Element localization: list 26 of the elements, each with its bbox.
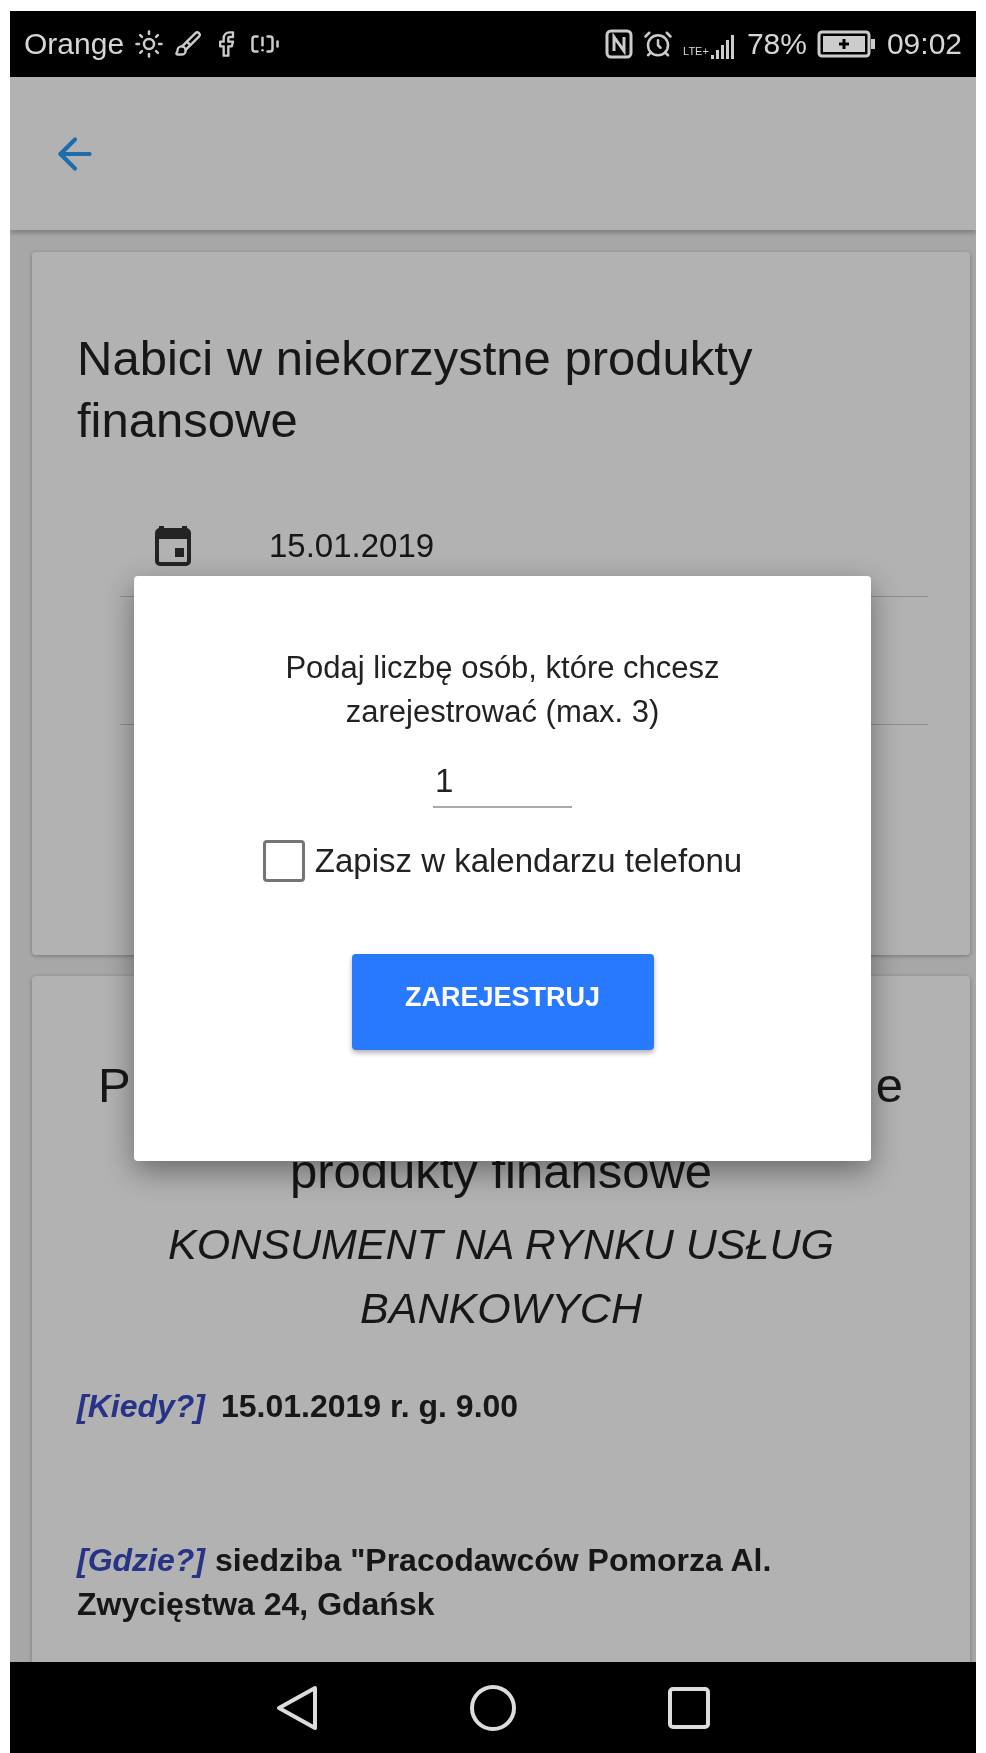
home-nav-icon[interactable] — [469, 1683, 517, 1732]
event-title: Nabici w niekorzystne produkty finansowe — [77, 330, 754, 449]
checkbox[interactable] — [262, 840, 305, 882]
back-nav-icon[interactable] — [275, 1683, 319, 1732]
register-button[interactable]: ZAREJESTRUJ — [351, 954, 654, 1050]
calendar-icon — [155, 526, 191, 566]
battery-percent: 78% — [746, 27, 807, 61]
recents-nav-icon[interactable] — [667, 1685, 711, 1730]
battery-icon — [816, 30, 877, 58]
sun-icon — [134, 29, 165, 59]
event-heading: KONSUMENT NA RYNKU USŁUG BANKOWYCH — [167, 1219, 835, 1334]
event-date: 15.01.2019 — [269, 527, 435, 565]
detail-title: produkty finansowe — [288, 1143, 714, 1200]
carrier-name: Orange — [24, 27, 125, 61]
count-input[interactable]: 1 — [433, 756, 572, 808]
network-type: LTE+ — [683, 45, 709, 57]
nfc-icon — [605, 29, 634, 59]
alarm-icon — [643, 29, 674, 59]
detail-text: [Kiedy?] 15.01.2019 r. g. 9.00 — [77, 1387, 520, 1426]
brush-icon — [174, 30, 203, 58]
clock-time: 09:02 — [886, 27, 962, 61]
detail-text: [Gdzie?] siedziba "Pracodawców Pomorza Al. Zwycięstwa 24, Gdańsk — [77, 1541, 773, 1624]
checkbox-label[interactable]: Zapisz w kalendarzu telefonu — [314, 842, 743, 880]
dialog-prompt: Podaj liczbę osób, które chcesz zarejestrować (max. 3) — [284, 649, 721, 731]
title-fragment: P — [98, 1057, 131, 1114]
title-fragment: e — [875, 1057, 903, 1114]
